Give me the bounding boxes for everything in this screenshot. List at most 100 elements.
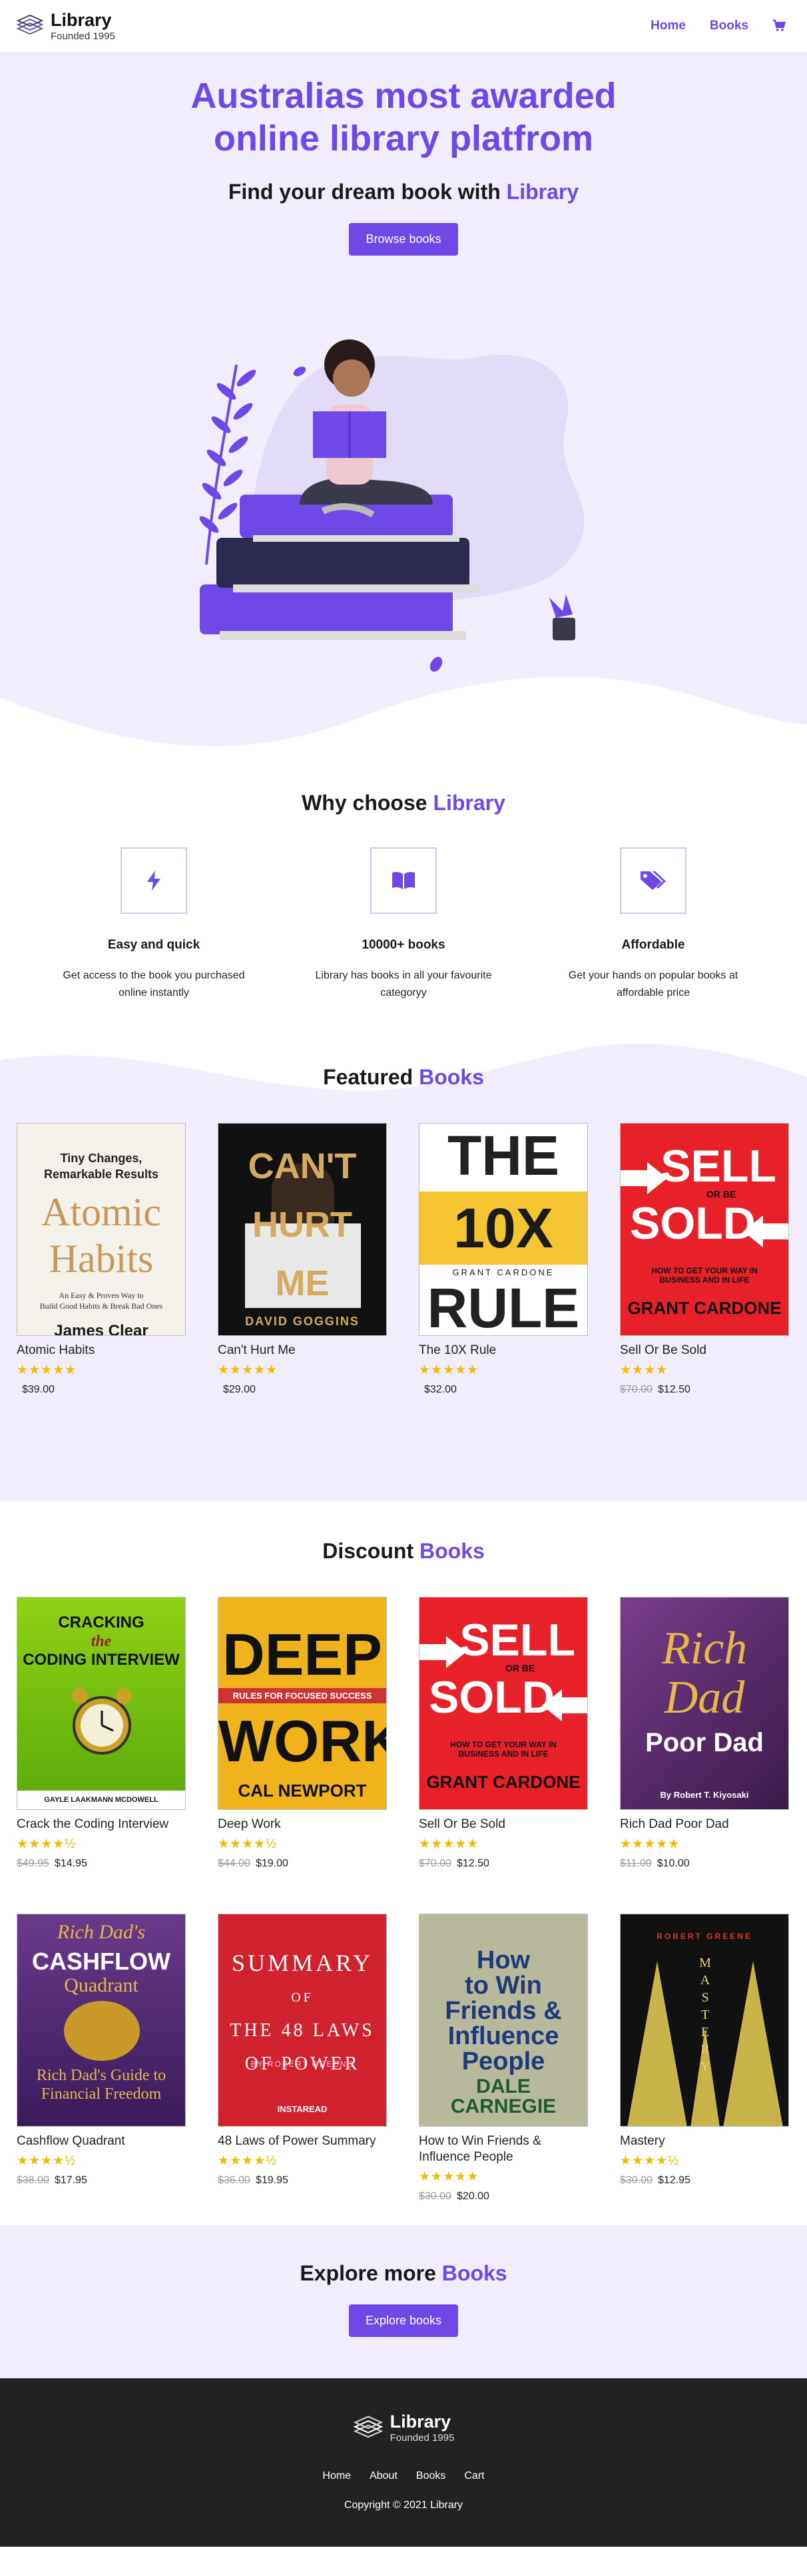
book-card[interactable]: SUMMARY OF THE 48 LAWS OF POWER BY ROBERT G… <box>218 1914 387 2203</box>
current-price: $12.50 <box>657 1384 690 1395</box>
hero-subtitle: Find your dream book with Library <box>0 180 807 204</box>
explore-books-button[interactable]: Explore books <box>348 2304 459 2337</box>
book-card[interactable]: How to Win Friends & Influence People DALE CA… <box>419 1914 588 2203</box>
book-card[interactable]: SELL OR BE SOLD HOW TO GET YOUR WAY IN B… <box>419 1597 588 1914</box>
book-title[interactable]: Cashflow Quadrant <box>17 2133 186 2149</box>
cover-text: An Easy & Proven Way to <box>59 1291 144 1300</box>
current-price: $20.00 <box>456 2191 489 2202</box>
book-cover[interactable]: CAN'T HURT ME DAVID GOGGINS <box>218 1123 387 1336</box>
current-price: $12.95 <box>657 2175 690 2186</box>
book-cover[interactable]: CRACKING the CODING INTERVIEW GAYLE LAAKMA… <box>17 1597 186 1810</box>
book-cover[interactable]: SUMMARY OF THE 48 LAWS OF POWER BY ROBERT G… <box>218 1914 387 2127</box>
why-title-accent: Library <box>433 791 505 815</box>
book-cover[interactable]: Tiny Changes, Remarkable Results Atomic Ha… <box>17 1123 186 1336</box>
book-price: $11.00 $10.00 <box>620 1858 789 1870</box>
browse-books-button[interactable]: Browse books <box>349 223 458 256</box>
cover-title: Influence <box>447 2022 559 2050</box>
book-title[interactable]: Rich Dad Poor Dad <box>620 1817 789 1832</box>
book-card[interactable]: DEEP RULES FOR FOCUSED SUCCESS WORK CAL … <box>218 1597 387 1914</box>
book-cover[interactable]: SELL OR BE SOLD HOW TO GET YOUR WAY IN B… <box>620 1123 789 1336</box>
discount-title: Discount Books <box>0 1502 807 1564</box>
discount-books-section: Discount Books CRACKING the CODING INTERVI… <box>0 1502 807 2225</box>
footer-logo-tagline: Founded 1995 <box>390 2432 455 2444</box>
book-title[interactable]: 48 Laws of Power Summary <box>218 2133 387 2149</box>
book-card[interactable]: ROBERT GREENE MASTERY Mastery ★★★★½ $30.… <box>620 1914 789 2203</box>
cover-author: James Clear <box>54 1322 148 1336</box>
explore-title-accent: Books <box>441 2261 507 2285</box>
nav-link-books[interactable]: Books <box>710 19 748 33</box>
cover-text: Remarkable Results <box>43 1168 159 1181</box>
cover-title: RULE <box>427 1277 580 1336</box>
current-price: $17.95 <box>54 2175 87 2186</box>
cover-text: RULES FOR FOCUSED SUCCESS <box>218 1688 386 1703</box>
cover-title: Rich <box>661 1623 748 1674</box>
book-title[interactable]: Mastery <box>620 2133 789 2149</box>
book-title[interactable]: How to Win Friends & Influence People <box>419 2133 588 2165</box>
book-cover[interactable]: DEEP RULES FOR FOCUSED SUCCESS WORK CAL … <box>218 1597 387 1810</box>
cover-title: SUMMARY <box>231 1950 374 1976</box>
book-title[interactable]: Can't Hurt Me <box>218 1343 387 1359</box>
book-title[interactable]: Sell Or Be Sold <box>620 1343 789 1359</box>
book-card[interactable]: Rich Dad Poor Dad By Robert T. Kiyosaki R… <box>620 1597 789 1914</box>
book-card[interactable]: Rich Dad's CASHFLOW Quadrant Rich Dad's … <box>17 1914 186 2203</box>
cover-text: HOW TO GET YOUR WAY IN BUSINESS AND IN L… <box>450 1740 557 1759</box>
book-title[interactable]: The 10X Rule <box>419 1343 588 1359</box>
book-card[interactable]: THE 10X GRANT CARDONE RULE The 10X Rule … <box>419 1123 588 1396</box>
book-card[interactable]: Tiny Changes, Remarkable Results Atomic Ha… <box>17 1123 186 1396</box>
book-card[interactable]: CRACKING the CODING INTERVIEW GAYLE LAAKMA… <box>17 1597 186 1914</box>
book-cover[interactable]: SELL OR BE SOLD HOW TO GET YOUR WAY IN B… <box>419 1597 588 1810</box>
book-cover[interactable]: How to Win Friends & Influence People DALE CA… <box>419 1914 588 2127</box>
cover-title: Poor Dad <box>645 1728 764 1757</box>
cart-icon[interactable] <box>772 19 786 33</box>
book-cover[interactable]: Rich Dad's CASHFLOW Quadrant Rich Dad's … <box>17 1914 186 2127</box>
book-card[interactable]: CAN'T HURT ME DAVID GOGGINS Can't Hurt Me … <box>218 1123 387 1396</box>
book-cover[interactable]: THE 10X GRANT CARDONE RULE <box>419 1123 588 1336</box>
cover-author: DALE <box>476 2075 531 2097</box>
rating-stars: ★★★★½ <box>218 1837 277 1851</box>
nav-link-home[interactable]: Home <box>651 19 686 33</box>
footer-link-books[interactable]: Books <box>416 2470 445 2482</box>
cover-author: CAL NEWPORT <box>238 1781 367 1801</box>
cover-author: GRANT CARDONE <box>627 1298 782 1318</box>
rating-stars: ★★★★½ <box>17 2154 76 2168</box>
book-price: $32.00 <box>419 1384 588 1396</box>
footer-link-cart[interactable]: Cart <box>464 2470 484 2482</box>
book-price: $30.00 $20.00 <box>419 2191 588 2203</box>
discount-title-text: Discount <box>322 1539 414 1563</box>
footer-logo[interactable]: Library Founded 1995 <box>353 2413 455 2444</box>
cover-title: THE 48 LAWS <box>230 2020 375 2041</box>
book-title[interactable]: Deep Work <box>218 1817 387 1832</box>
current-price: $39.00 <box>22 1384 55 1395</box>
book-cover[interactable]: ROBERT GREENE MASTERY <box>620 1914 789 2127</box>
book-cover[interactable]: Rich Dad Poor Dad By Robert T. Kiyosaki <box>620 1597 789 1810</box>
cover-title: WORK <box>218 1708 387 1774</box>
footer-link-about[interactable]: About <box>370 2470 398 2482</box>
cover-title: ME <box>275 1263 330 1303</box>
explore-title-text: Explore more <box>300 2261 436 2285</box>
book-title[interactable]: Sell Or Be Sold <box>419 1817 588 1832</box>
feature-text: Get your hands on popular books at affor… <box>568 970 738 998</box>
rating-stars: ★★★★★ <box>419 1363 479 1377</box>
footer-link-home[interactable]: Home <box>322 2470 351 2482</box>
cover-title: CODING INTERVIEW <box>23 1651 180 1669</box>
book-price: $38.00 $17.95 <box>17 2175 186 2187</box>
old-price: $70.00 <box>419 1858 451 1869</box>
book-price: $49.95 $14.95 <box>17 1858 186 1870</box>
book-title[interactable]: Atomic Habits <box>17 1343 186 1359</box>
logo[interactable]: Library Founded 1995 <box>16 11 115 41</box>
old-price: $36.00 <box>218 2175 250 2186</box>
hero-subtitle-accent: Library <box>506 180 579 204</box>
feature-books: 10000+ books Library has books in all yo… <box>307 847 500 1002</box>
cover-text: HOW TO GET YOUR WAY IN BUSINESS AND IN L… <box>651 1266 758 1285</box>
cover-title: Quadrant <box>64 1974 138 1996</box>
cover-text: Rich Dad's Guide to <box>36 2067 166 2084</box>
book-card[interactable]: SELL OR BE SOLD HOW TO GET YOUR WAY IN B… <box>620 1123 789 1396</box>
cover-text: Tiny Changes, <box>60 1152 142 1165</box>
cover-title: CAN'T <box>248 1146 357 1186</box>
book-price: $36.00 $19.95 <box>218 2175 387 2187</box>
hero-title: Australias most awarded online library p… <box>190 76 617 158</box>
old-price: $49.95 <box>17 1858 49 1869</box>
why-title-text: Why choose <box>302 791 427 815</box>
why-choose-section: Why choose Library Easy and quick Get ac… <box>0 751 807 1037</box>
book-title[interactable]: Crack the Coding Interview <box>17 1817 186 1832</box>
